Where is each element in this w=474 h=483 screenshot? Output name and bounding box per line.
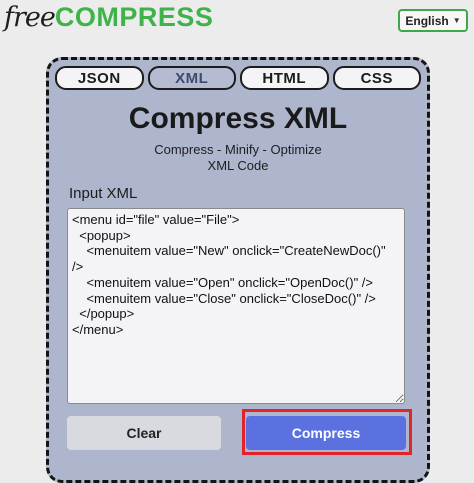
tab-json[interactable]: JSON [55, 66, 144, 90]
subtitle-line-1: Compress - Minify - Optimize [154, 142, 322, 157]
tab-css[interactable]: CSS [332, 66, 421, 90]
tab-html[interactable]: HTML [240, 66, 329, 90]
format-tabs: JSON XML HTML CSS [55, 66, 421, 90]
page-subtitle: Compress - Minify - Optimize XML Code [109, 142, 367, 174]
language-select[interactable]: English ▼ [398, 9, 468, 32]
site-logo[interactable]: freeCOMPRESS [4, 2, 213, 33]
logo-compress-text: COMPRESS [54, 2, 214, 32]
compressor-panel: JSON XML HTML CSS Compress XML Compress … [46, 57, 430, 483]
subtitle-line-2: XML Code [207, 158, 269, 173]
site-header: freeCOMPRESS English ▼ [0, 0, 474, 44]
tab-xml[interactable]: XML [147, 66, 236, 90]
compress-button[interactable]: Compress [246, 416, 406, 450]
xml-input[interactable]: <menu id="file" value="File"> <popup> <m… [67, 208, 405, 404]
input-label: Input XML [69, 185, 138, 202]
logo-free-text: free [4, 2, 56, 33]
language-label: English [405, 13, 449, 28]
chevron-down-icon: ▼ [452, 16, 461, 25]
page-title: Compress XML [128, 102, 348, 135]
clear-button[interactable]: Clear [67, 416, 221, 450]
